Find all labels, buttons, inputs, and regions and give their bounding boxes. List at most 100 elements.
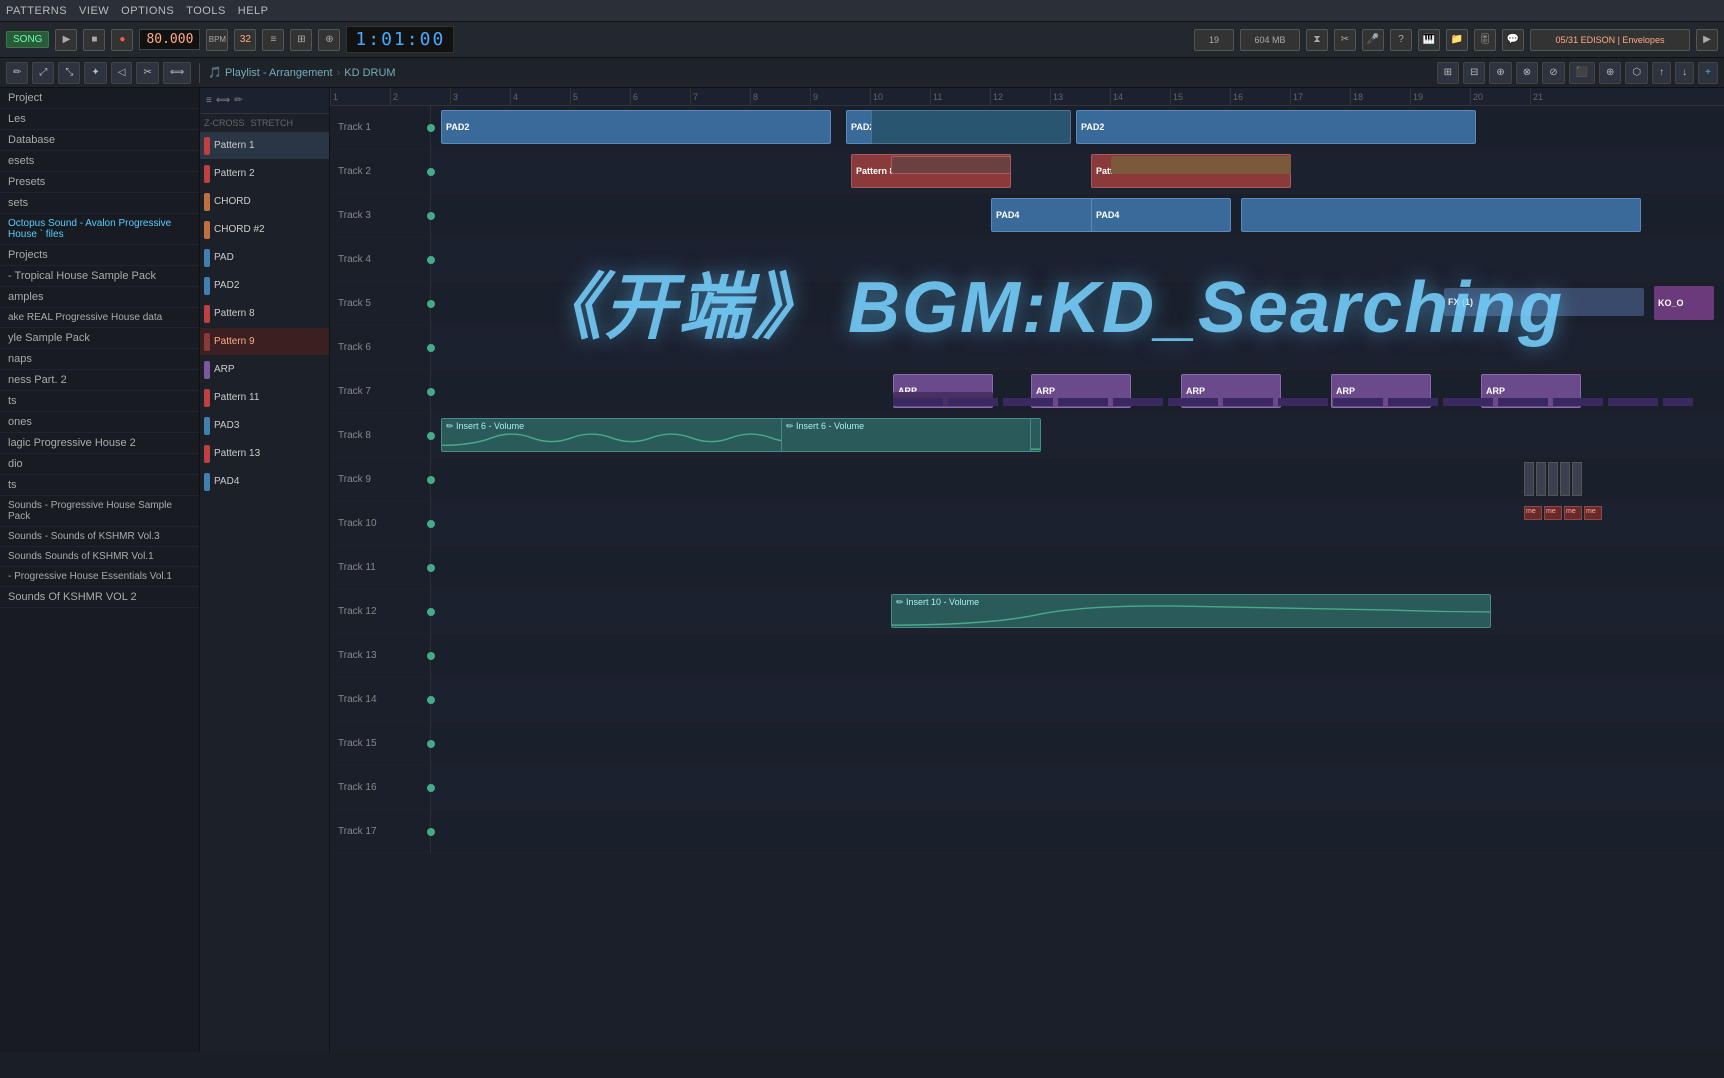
menu-tools[interactable]: TOOLS bbox=[186, 5, 226, 17]
sidebar-octopus[interactable]: Octopus Sound - Avalon Progressive House… bbox=[0, 214, 199, 245]
pattern-row-9[interactable]: Pattern 9 bbox=[200, 328, 329, 356]
menu-options[interactable]: OPTIONS bbox=[121, 5, 174, 17]
track-content-6[interactable] bbox=[430, 326, 1724, 369]
clip-ko-orp[interactable]: KO_O bbox=[1654, 286, 1714, 320]
mode-select[interactable]: ◁ bbox=[111, 62, 133, 84]
track-content-17[interactable] bbox=[430, 810, 1724, 853]
sidebar-les[interactable]: Les bbox=[0, 109, 199, 130]
icon-browser[interactable]: 📁 bbox=[1446, 29, 1468, 51]
track-content-15[interactable] bbox=[430, 722, 1724, 765]
song-button[interactable]: SONG bbox=[6, 31, 49, 48]
pattern-row-2[interactable]: Pattern 2 bbox=[200, 160, 329, 188]
sidebar-style[interactable]: yle Sample Pack bbox=[0, 328, 199, 349]
tb2-icon-7[interactable]: ⊕ bbox=[1599, 62, 1621, 84]
track-content-13[interactable] bbox=[430, 634, 1724, 677]
sidebar-sets[interactable]: sets bbox=[0, 193, 199, 214]
clip-pad2-4[interactable]: PAD2 bbox=[1076, 110, 1476, 144]
tb2-icon-8[interactable]: ⬡ bbox=[1625, 62, 1648, 84]
sidebar-dio[interactable]: dio bbox=[0, 454, 199, 475]
menu-patterns[interactable]: PATTERNS bbox=[6, 5, 67, 17]
stop-button[interactable]: ■ bbox=[83, 29, 105, 51]
pattern-row-arp[interactable]: ARP bbox=[200, 356, 329, 384]
play-button[interactable]: ▶ bbox=[55, 29, 77, 51]
sidebar-projects[interactable]: Projects bbox=[0, 245, 199, 266]
sidebar-ts2[interactable]: ts bbox=[0, 475, 199, 496]
mode-3[interactable]: ⤡ bbox=[58, 62, 80, 84]
sidebar-samples[interactable]: amples bbox=[0, 287, 199, 308]
sidebar-real-prog[interactable]: ake REAL Progressive House data bbox=[0, 308, 199, 328]
clip-fx1[interactable]: FX (1) bbox=[1444, 288, 1644, 316]
clip-insert6-2[interactable]: ✏ Insert 6 - Volume bbox=[781, 418, 1031, 452]
track-content-7[interactable]: ARP ARP ARP ARP ARP bbox=[430, 370, 1724, 413]
sidebar-project[interactable]: Project bbox=[0, 88, 199, 109]
clip-pad2-3[interactable] bbox=[871, 110, 1071, 144]
track-content-5[interactable]: KO_O FX (1) bbox=[430, 282, 1724, 325]
tb2-icon-4[interactable]: ⊗ bbox=[1516, 62, 1538, 84]
track-content-2[interactable]: Pattern 8 Pattern 9 bbox=[430, 150, 1724, 193]
toolbar-icon-1[interactable]: ≡ bbox=[262, 29, 284, 51]
icon-help[interactable]: ? bbox=[1390, 29, 1412, 51]
track-content-8[interactable]: ✏ Insert 6 - Volume ✏ Insert 6 - Volume bbox=[430, 414, 1724, 457]
track-content-11[interactable] bbox=[430, 546, 1724, 589]
track-content-9[interactable] bbox=[430, 458, 1724, 501]
numerator-button[interactable]: 32 bbox=[234, 29, 256, 51]
pattern-row-pad[interactable]: PAD bbox=[200, 244, 329, 272]
toolbar-icon-3[interactable]: ⊕ bbox=[318, 29, 340, 51]
tb2-icon-3[interactable]: ⊕ bbox=[1489, 62, 1511, 84]
menu-help[interactable]: HELP bbox=[238, 5, 269, 17]
pattern-row-13[interactable]: Pattern 13 bbox=[200, 440, 329, 468]
pattern-row-8[interactable]: Pattern 8 bbox=[200, 300, 329, 328]
sidebar-kshmr1[interactable]: Sounds Sounds of KSHMR Vol.1 bbox=[0, 547, 199, 567]
sidebar-presets[interactable]: Presets bbox=[0, 172, 199, 193]
sidebar-esets[interactable]: esets bbox=[0, 151, 199, 172]
tb2-icon-5[interactable]: ⊘ bbox=[1542, 62, 1564, 84]
clip-pad2-1[interactable]: PAD2 bbox=[441, 110, 831, 144]
pattern-row-pad2[interactable]: PAD2 bbox=[200, 272, 329, 300]
clip-insert10[interactable]: ✏ Insert 10 - Volume bbox=[891, 594, 1491, 628]
tb2-icon-2[interactable]: ⊟ bbox=[1463, 62, 1485, 84]
icon-mic[interactable]: 🎤 bbox=[1362, 29, 1384, 51]
track-content-14[interactable] bbox=[430, 678, 1724, 721]
icon-metronome[interactable]: ⧗ bbox=[1306, 29, 1328, 51]
pattern-row-chord2[interactable]: CHORD #2 bbox=[200, 216, 329, 244]
track-content-1[interactable]: PAD2 PAD2 PAD2 bbox=[430, 106, 1724, 149]
mode-cut[interactable]: ✂ bbox=[136, 62, 158, 84]
track-content-12[interactable]: ✏ Insert 10 - Volume bbox=[430, 590, 1724, 633]
sidebar-magic[interactable]: lagic Progressive House 2 bbox=[0, 433, 199, 454]
sidebar-prog-essentials[interactable]: - Progressive House Essentials Vol.1 bbox=[0, 567, 199, 587]
sidebar-naps[interactable]: naps bbox=[0, 349, 199, 370]
sidebar-ts[interactable]: ts bbox=[0, 391, 199, 412]
track-content-4[interactable] bbox=[430, 238, 1724, 281]
tb2-icon-1[interactable]: ⊞ bbox=[1437, 62, 1459, 84]
menu-view[interactable]: VIEW bbox=[79, 5, 109, 17]
record-button[interactable]: ● bbox=[111, 29, 133, 51]
sidebar-kshmr3[interactable]: Sounds - Sounds of KSHMR Vol.3 bbox=[0, 527, 199, 547]
sidebar-sounds-prog[interactable]: Sounds - Progressive House Sample Pack bbox=[0, 496, 199, 527]
draw-mode[interactable]: ✏ bbox=[6, 62, 28, 84]
sidebar-database[interactable]: Database bbox=[0, 130, 199, 151]
clip-pad4-3[interactable] bbox=[1241, 198, 1641, 232]
zoom-mode[interactable]: ⤢ bbox=[32, 62, 54, 84]
mode-5[interactable]: ⟺ bbox=[163, 62, 191, 84]
track-content-16[interactable] bbox=[430, 766, 1724, 809]
sidebar-ness[interactable]: ness Part. 2 bbox=[0, 370, 199, 391]
icon-piano[interactable]: 🎹 bbox=[1418, 29, 1440, 51]
sidebar-ones[interactable]: ones bbox=[0, 412, 199, 433]
clip-pattern9-notes[interactable] bbox=[1111, 156, 1291, 174]
pattern-row-11[interactable]: Pattern 11 bbox=[200, 384, 329, 412]
sidebar-kshmr-vol2[interactable]: Sounds Of KSHMR VOL 2 bbox=[0, 587, 199, 608]
tb2-icon-10[interactable]: ↓ bbox=[1675, 62, 1694, 84]
toolbar-icon-2[interactable]: ⊞ bbox=[290, 29, 312, 51]
channel-next[interactable]: ▶ bbox=[1696, 29, 1718, 51]
pattern-row-pad3[interactable]: PAD3 bbox=[200, 412, 329, 440]
bpm-display[interactable]: 80.000 bbox=[139, 29, 200, 50]
tb2-icon-9[interactable]: ↑ bbox=[1652, 62, 1671, 84]
mode-erase[interactable]: ✦ bbox=[84, 62, 106, 84]
track-content-3[interactable]: PAD4 PAD4 bbox=[430, 194, 1724, 237]
pattern-row-pad4[interactable]: PAD4 bbox=[200, 468, 329, 496]
clip-pad4-2[interactable]: PAD4 bbox=[1091, 198, 1231, 232]
icon-mixer[interactable]: 🎚 bbox=[1474, 29, 1496, 51]
clip-pattern8-notes[interactable] bbox=[891, 156, 1011, 174]
icon-snap[interactable]: ✂ bbox=[1334, 29, 1356, 51]
sidebar-tropical[interactable]: - Tropical House Sample Pack bbox=[0, 266, 199, 287]
